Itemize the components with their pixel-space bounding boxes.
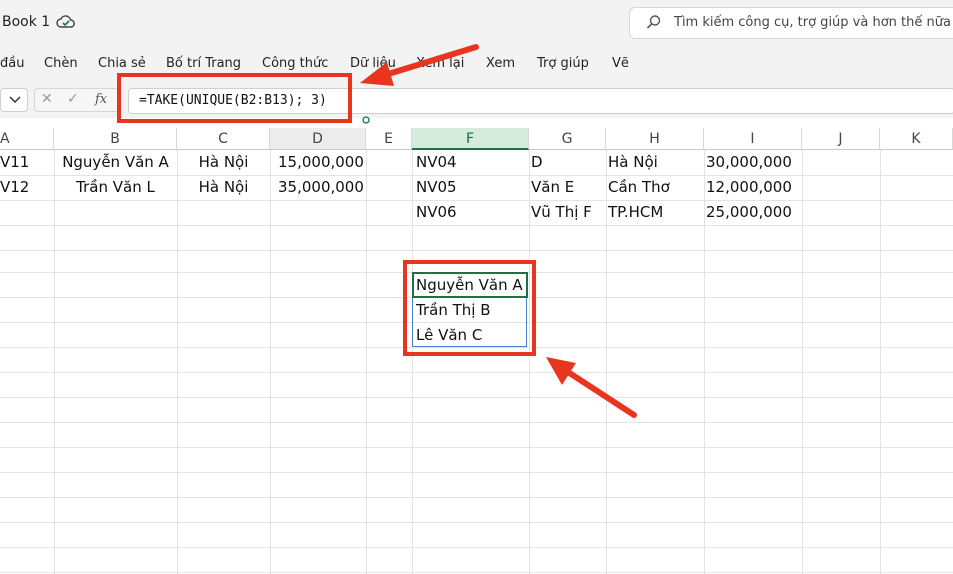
annotation-arrows	[360, 44, 637, 418]
arrow-to-result-icon	[546, 357, 637, 418]
arrow-to-formula-icon	[360, 44, 479, 86]
selection-handle-icon	[362, 116, 370, 124]
